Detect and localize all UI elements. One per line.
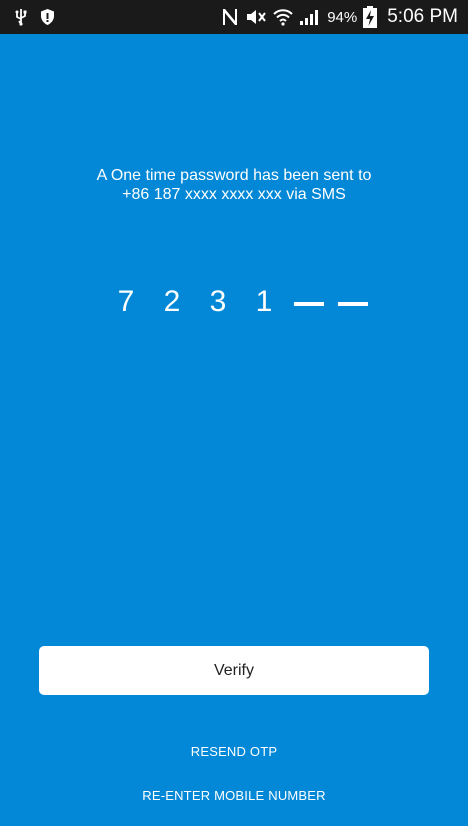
otp-digit-2: 2 [163,285,181,318]
shield-icon [40,8,55,26]
mute-icon [245,8,267,26]
otp-digit-3: 3 [209,285,227,318]
battery-percent: 94% [327,8,358,26]
reenter-mobile-number-link[interactable]: RE-ENTER MOBILE NUMBER [0,788,468,803]
message-line-1: A One time password has been sent to [96,167,372,184]
otp-digit-4: 1 [255,285,273,318]
battery-charging-icon [363,6,378,28]
usb-icon [14,8,28,26]
otp-sent-message: A One time password has been sent to +86… [0,166,468,204]
signal-icon [299,8,319,26]
otp-input[interactable]: 7 2 3 1 [110,282,382,322]
resend-otp-link[interactable]: RESEND OTP [0,744,468,759]
nfc-icon [221,7,239,27]
clock: 5:06 PM [387,6,458,27]
otp-digit-1: 7 [117,285,135,318]
wifi-icon [273,8,293,26]
verify-button[interactable]: Verify [39,646,429,695]
status-bar: 94% 5:06 PM [0,0,468,34]
otp-empty-slot-6 [338,302,368,306]
message-line-2: +86 187 xxxx xxxx xxx via SMS [122,186,346,203]
otp-empty-slot-5 [294,302,324,306]
